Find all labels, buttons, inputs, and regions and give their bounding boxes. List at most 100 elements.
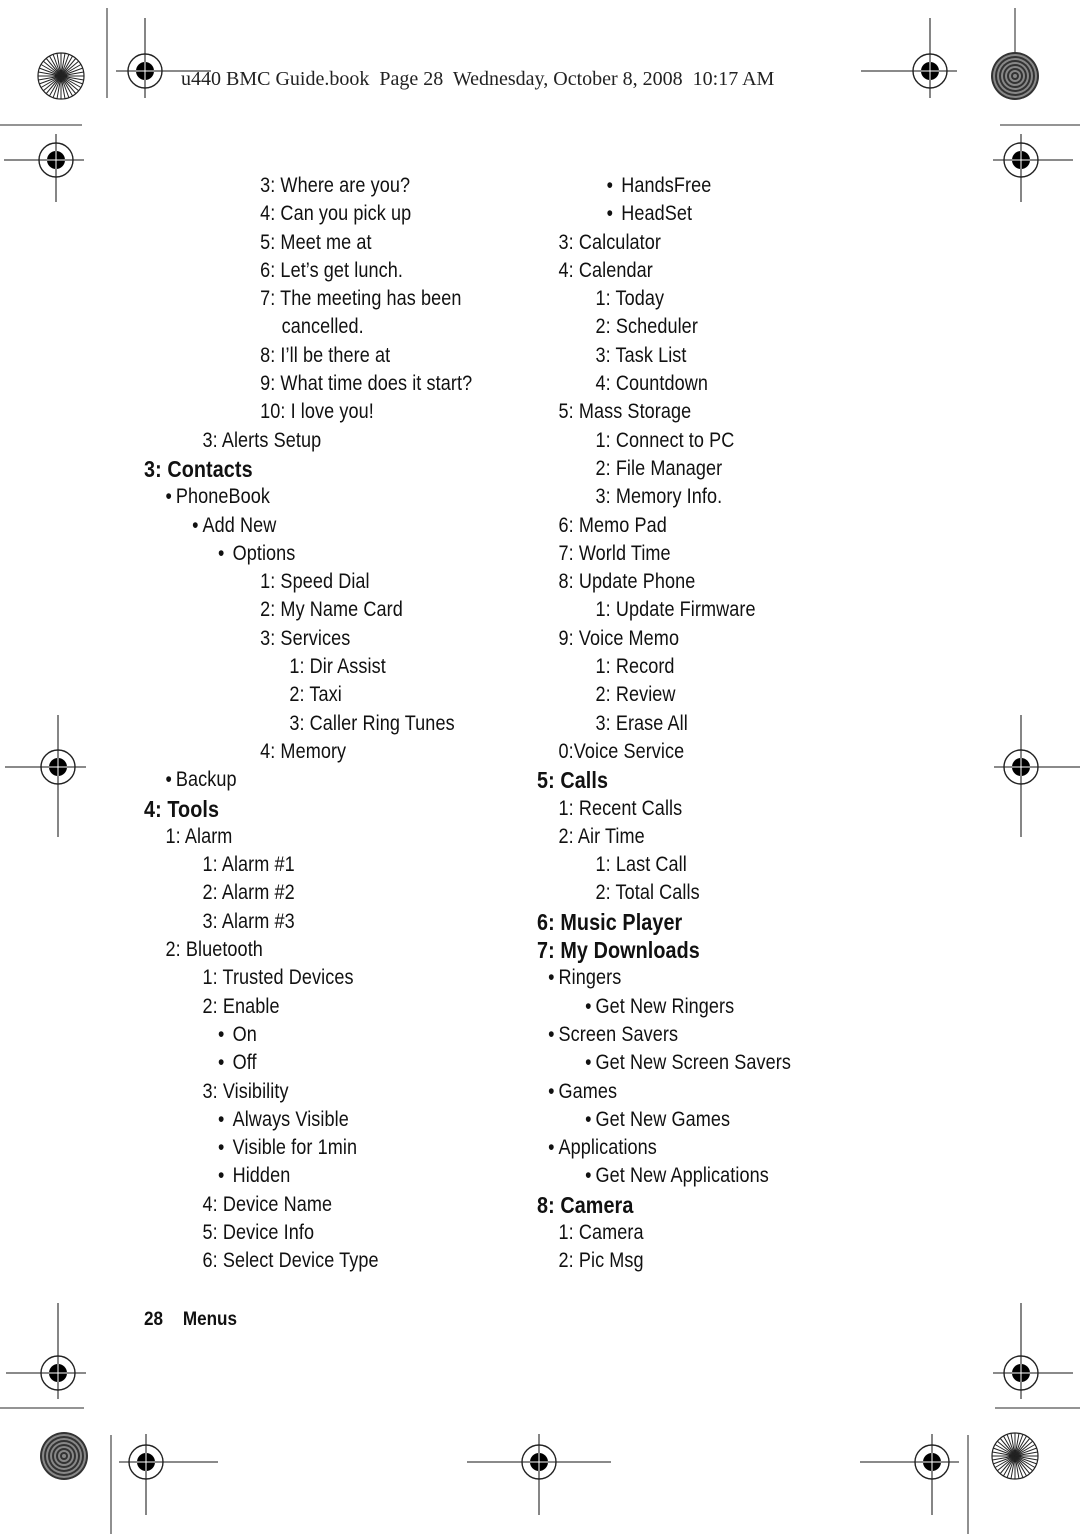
menu-item-label: 1: Dir Assist bbox=[289, 655, 386, 679]
menu-item: 4: Countdown bbox=[537, 370, 881, 398]
menu-bullet-item: Backup bbox=[144, 766, 479, 794]
menu-item: 9: What time does it start? bbox=[144, 370, 479, 398]
menu-item-label: 2: Review bbox=[595, 683, 676, 707]
menu-item-label: 3: Alerts Setup bbox=[202, 428, 322, 452]
menu-item-label: 1: Recent Calls bbox=[558, 796, 683, 820]
menu-item: 2: Pic Msg bbox=[537, 1247, 881, 1275]
menu-item-label: 2: Scheduler bbox=[595, 315, 698, 339]
menu-bullet-item: Off bbox=[144, 1049, 479, 1077]
menu-item: 6: Select Device Type bbox=[144, 1247, 479, 1275]
menu-item: 2: Total Calls bbox=[537, 879, 881, 907]
menu-item-label: Hidden bbox=[232, 1164, 291, 1188]
menu-item: 3: Where are you? bbox=[144, 172, 479, 200]
menu-item: 1: Trusted Devices bbox=[144, 964, 479, 992]
menu-item: 1: Update Firmware bbox=[537, 596, 881, 624]
menu-item-label: 5: Meet me at bbox=[260, 230, 372, 254]
menu-item-label: 8: I’ll be there at bbox=[260, 343, 391, 367]
menu-bullet-item: Get New Games bbox=[537, 1106, 881, 1134]
menu-item-label: 2: Bluetooth bbox=[165, 938, 263, 962]
menu-item-label: 2: Air Time bbox=[558, 824, 645, 848]
menu-item-label: Off bbox=[232, 1051, 257, 1075]
menu-item: 1: Last Call bbox=[537, 851, 881, 879]
menu-bullet-item: Get New Applications bbox=[537, 1162, 881, 1190]
menu-item-label: 7: World Time bbox=[558, 541, 671, 565]
menu-item-label: 4: Device Name bbox=[202, 1192, 333, 1216]
menu-item: 5: Meet me at bbox=[144, 229, 479, 257]
registration-mark-icon bbox=[5, 715, 86, 837]
menu-item-label: 3: Services bbox=[260, 626, 351, 650]
menu-item: 2: My Name Card bbox=[144, 596, 479, 624]
menu-item-label: 1: Speed Dial bbox=[260, 570, 370, 594]
menu-bullet-item: HandsFree bbox=[537, 172, 881, 200]
menu-item-label: 3: Memory Info. bbox=[595, 485, 723, 509]
menu-item-label: Get New Screen Savers bbox=[595, 1051, 792, 1075]
menu-item-label: 2: Alarm #2 bbox=[202, 881, 295, 905]
menu-item: 4: Device Name bbox=[144, 1191, 479, 1219]
menu-item-label: 6: Memo Pad bbox=[558, 513, 667, 537]
menu-item: 3: Visibility bbox=[144, 1078, 479, 1106]
menu-item-label: 6: Music Player bbox=[537, 908, 683, 935]
menu-item-label: 4: Tools bbox=[144, 795, 220, 822]
menu-item-label: 1: Connect to PC bbox=[595, 428, 735, 452]
menu-bullet-item: Add New bbox=[144, 512, 479, 540]
menu-item: 8: I’ll be there at bbox=[144, 342, 479, 370]
menu-item-label: 1: Trusted Devices bbox=[202, 966, 354, 990]
menu-item-label: 7: The meeting has been bbox=[260, 287, 462, 311]
menu-item-label: 4: Calendar bbox=[558, 258, 653, 282]
registration-mark-icon bbox=[993, 134, 1073, 202]
menu-item: 7: The meeting has been bbox=[144, 285, 479, 313]
menu-item: 7: World Time bbox=[537, 540, 881, 568]
menu-item: 1: Today bbox=[537, 285, 881, 313]
menu-item-label: 3: Task List bbox=[595, 343, 687, 367]
menu-section-heading: 4: Tools bbox=[144, 795, 479, 823]
menu-item-label: 10: I love you! bbox=[260, 400, 374, 424]
menu-section-heading: 8: Camera bbox=[537, 1191, 881, 1219]
menu-bullet-item: Ringers bbox=[537, 964, 881, 992]
concentric-circles-icon bbox=[991, 52, 1039, 100]
menu-item: 2: Bluetooth bbox=[144, 936, 479, 964]
menu-item-label: 2: Pic Msg bbox=[558, 1249, 644, 1273]
menu-item-label: 4: Countdown bbox=[595, 372, 708, 396]
menu-bullet-item: Always Visible bbox=[144, 1106, 479, 1134]
menu-section-heading: 6: Music Player bbox=[537, 908, 881, 936]
menu-item: 1: Record bbox=[537, 653, 881, 681]
menu-bullet-item: PhoneBook bbox=[144, 483, 479, 511]
menu-item: 3: Erase All bbox=[537, 710, 881, 738]
menu-item: 3: Caller Ring Tunes bbox=[144, 710, 479, 738]
menu-item: 3: Alarm #3 bbox=[144, 908, 479, 936]
menu-item-label: PhoneBook bbox=[175, 485, 270, 509]
menu-item-label: 3: Calculator bbox=[558, 230, 662, 254]
menu-bullet-item: Games bbox=[537, 1078, 881, 1106]
registration-mark-icon bbox=[467, 1434, 611, 1515]
menu-item: 10: I love you! bbox=[144, 398, 479, 426]
menu-item-label: 1: Today bbox=[595, 287, 665, 311]
manual-page: u440 BMC Guide.book Page 28 Wednesday, O… bbox=[0, 0, 1080, 1534]
menu-item-label: 2: Taxi bbox=[289, 683, 342, 707]
menu-item: 1: Camera bbox=[537, 1219, 881, 1247]
menu-item: 1: Connect to PC bbox=[537, 427, 881, 455]
menu-item-label: 0:Voice Service bbox=[558, 739, 685, 763]
menu-item: 4: Calendar bbox=[537, 257, 881, 285]
menu-item-label: Ringers bbox=[558, 966, 622, 990]
menu-item-label: 7: My Downloads bbox=[537, 937, 700, 964]
page-footer: 28 Menus bbox=[144, 1309, 237, 1331]
registration-mark-icon bbox=[4, 134, 84, 202]
menu-bullet-item: Hidden bbox=[144, 1162, 479, 1190]
menu-item-label: 5: Device Info bbox=[202, 1220, 315, 1244]
menu-item: 6: Memo Pad bbox=[537, 512, 881, 540]
menu-tree-right-column: HandsFree HeadSet 3: Calculator 4: Calendar… bbox=[537, 172, 937, 1276]
menu-item-label: Always Visible bbox=[232, 1107, 349, 1131]
menu-item-label: 1: Update Firmware bbox=[595, 598, 756, 622]
page-number: 28 bbox=[144, 1309, 164, 1330]
menu-bullet-item: Options bbox=[144, 540, 479, 568]
menu-bullet-item: On bbox=[144, 1021, 479, 1049]
menu-item-label: 6: Let’s get lunch. bbox=[260, 258, 403, 282]
menu-item-label: HandsFree bbox=[621, 174, 712, 197]
menu-item: 4: Can you pick up bbox=[144, 200, 479, 228]
registration-mark-icon bbox=[860, 1434, 959, 1515]
menu-item-label: On bbox=[232, 1022, 257, 1046]
menu-item: 2: Scheduler bbox=[537, 313, 881, 341]
menu-item: 1: Recent Calls bbox=[537, 795, 881, 823]
menu-item-label: 3: Contacts bbox=[144, 455, 253, 482]
menu-item-label: 2: Enable bbox=[202, 994, 280, 1018]
